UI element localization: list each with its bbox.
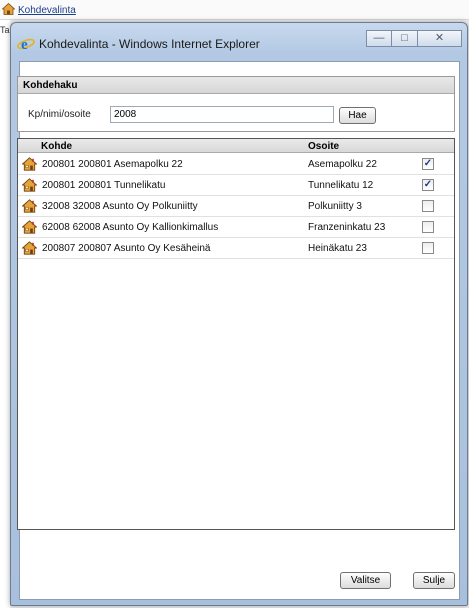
row-osoite: Asemapolku 22 xyxy=(308,159,377,170)
row-kohde: 200807 200807 Asunto Oy Kesäheinä xyxy=(42,243,211,254)
minimize-button[interactable]: — xyxy=(366,30,392,47)
row-checkbox[interactable] xyxy=(422,242,434,254)
house-icon xyxy=(21,220,38,237)
search-panel-title: Kohdehaku xyxy=(18,77,454,94)
kohdevalinta-link-text[interactable]: Kohdevalinta xyxy=(18,5,76,16)
background-page-left: Ta xyxy=(0,20,10,608)
column-header-kohde: Kohde xyxy=(41,141,73,152)
results-header: Kohde Osoite xyxy=(18,139,454,153)
maximize-button[interactable]: □ xyxy=(392,30,418,47)
row-checkbox[interactable] xyxy=(422,221,434,233)
background-page-header: Kohdevalinta xyxy=(0,0,469,20)
row-osoite: Franzeninkatu 23 xyxy=(308,222,386,233)
search-input[interactable] xyxy=(110,106,334,123)
table-row[interactable]: 32008 32008 Asunto Oy Polkuniitty Polkuni… xyxy=(18,196,454,217)
minimize-icon: — xyxy=(373,32,385,44)
results-table: Kohde Osoite 200801 200801 Asemapolku 22… xyxy=(17,138,455,530)
house-icon xyxy=(21,157,38,174)
window-title: Kohdevalinta - Windows Internet Explorer xyxy=(39,37,260,51)
row-checkbox[interactable]: ✓ xyxy=(422,158,434,170)
close-icon: ✕ xyxy=(434,32,445,44)
maximize-icon: □ xyxy=(401,32,408,44)
kohdevalinta-link[interactable]: Kohdevalinta xyxy=(1,2,76,18)
table-row[interactable]: 200807 200807 Asunto Oy Kesäheinä Heinäka… xyxy=(18,238,454,259)
row-osoite: Tunnelikatu 12 xyxy=(308,180,374,191)
table-row[interactable]: 62008 62008 Asunto Oy Kallionkimallus Fra… xyxy=(18,217,454,238)
row-kohde: 62008 62008 Asunto Oy Kallionkimallus xyxy=(42,222,219,233)
background-text: Ta xyxy=(0,25,10,35)
house-icon xyxy=(21,199,38,216)
close-button[interactable]: ✕ xyxy=(418,30,462,47)
column-header-osoite: Osoite xyxy=(308,141,340,152)
row-osoite: Heinäkatu 23 xyxy=(308,243,367,254)
house-icon xyxy=(1,2,16,18)
sulje-button[interactable]: Sulje xyxy=(413,572,455,589)
row-kohde: 32008 32008 Asunto Oy Polkuniitty xyxy=(42,201,198,212)
row-kohde: 200801 200801 Tunnelikatu xyxy=(42,180,166,191)
house-icon xyxy=(21,178,38,195)
row-checkbox[interactable] xyxy=(422,200,434,212)
row-osoite: Polkuniitty 3 xyxy=(308,201,362,212)
table-row[interactable]: 200801 200801 Tunnelikatu Tunnelikatu 12 ✓ xyxy=(18,175,454,196)
search-label: Kp/nimi/osoite xyxy=(28,109,91,120)
svg-text:e: e xyxy=(21,37,28,52)
internet-explorer-icon: e xyxy=(17,36,35,53)
valitse-button[interactable]: Valitse xyxy=(340,572,391,589)
search-button[interactable]: Hae xyxy=(339,107,376,124)
row-checkbox[interactable]: ✓ xyxy=(422,179,434,191)
row-kohde: 200801 200801 Asemapolku 22 xyxy=(42,159,183,170)
table-row[interactable]: 200801 200801 Asemapolku 22 Asemapolku 22… xyxy=(18,154,454,175)
window-controls: — □ ✕ xyxy=(366,30,462,47)
house-icon xyxy=(21,241,38,258)
search-panel: Kohdehaku Kp/nimi/osoite Hae xyxy=(17,76,455,132)
window-titlebar[interactable]: e Kohdevalinta - Windows Internet Explor… xyxy=(11,23,467,61)
